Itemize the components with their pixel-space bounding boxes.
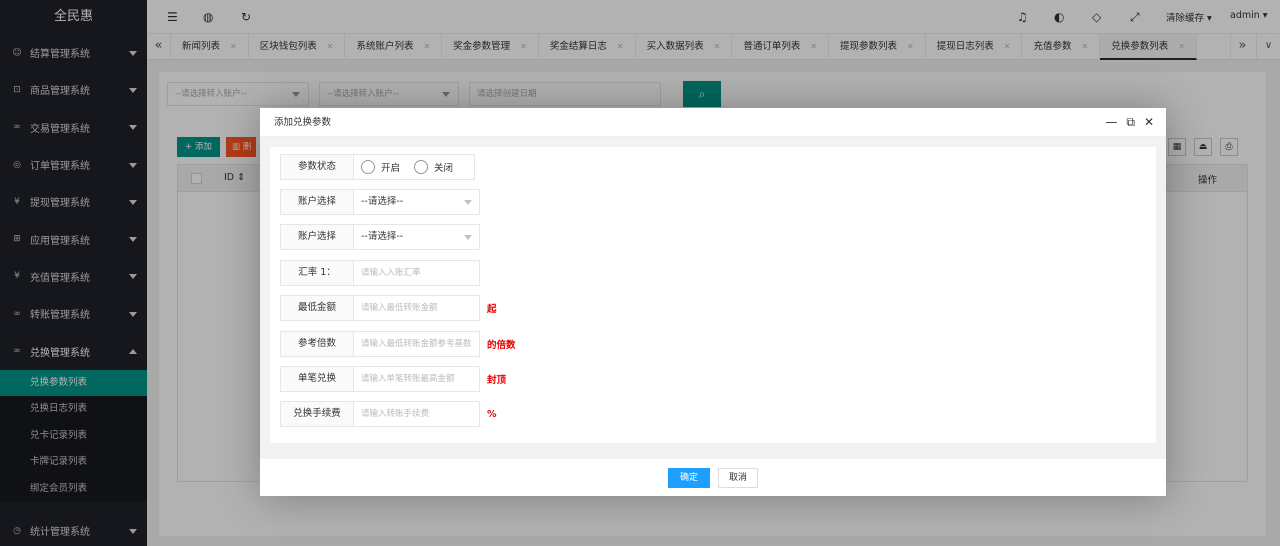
account1-select[interactable]: --请选择-- [354,189,480,215]
status-row: 参数状态 开启 关闭 [280,154,475,180]
account1-label: 账户选择 [280,189,354,215]
rate-label: 汇率 1： [280,260,354,286]
select-value: --请选择-- [361,196,404,207]
add-exchange-param-dialog: 添加兑换参数 — ⧉ ✕ 参数状态 开启 关闭 账户选择 --请选择-- 账户选… [260,108,1166,496]
rate-input[interactable]: 请输入入账汇率 [354,260,480,286]
minimize-icon[interactable]: — [1105,108,1117,137]
multiple-suffix: 的倍数 [487,340,516,351]
dialog-footer: 确定 取消 [260,459,1166,496]
maximize-icon[interactable]: ⧉ [1126,108,1135,137]
multiple-label: 参考倍数 [280,331,354,357]
fee-label: 兑换手续费 [280,401,354,427]
chevron-down-icon [464,235,472,240]
fee-suffix: % [487,408,497,420]
dialog-body: 参数状态 开启 关闭 账户选择 --请选择-- 账户选择 --请选择-- 汇率 … [260,137,1166,459]
radio-off-label[interactable]: 关闭 [434,160,453,174]
min-amount-suffix: 起 [487,304,497,315]
radio-on-label[interactable]: 开启 [381,160,400,174]
select-value: --请选择-- [361,231,404,242]
cancel-button[interactable]: 取消 [718,467,759,488]
confirm-button[interactable]: 确定 [667,467,710,488]
multiple-row: 参考倍数 请输入最低转账金额参考基数 的倍数 [280,331,516,357]
radio-off[interactable] [414,160,429,174]
min-amount-input[interactable]: 请输入最低转账金额 [354,295,480,321]
multiple-input[interactable]: 请输入最低转账金额参考基数 [354,331,480,357]
single-exchange-row: 单笔兑换 请输入单笔转账最高金额 封顶 [280,366,506,392]
min-amount-row: 最低金额 请输入最低转账金额 起 [280,295,497,321]
dialog-title-bar: 添加兑换参数 — ⧉ ✕ [260,108,1166,137]
min-amount-label: 最低金额 [280,295,354,321]
dialog-title: 添加兑换参数 [274,117,332,128]
radio-on[interactable] [361,160,375,174]
fee-row: 兑换手续费 请输入转账手续费 % [280,401,497,427]
chevron-down-icon [464,200,472,205]
status-radio-group: 开启 关闭 [354,154,475,180]
account2-select[interactable]: --请选择-- [354,224,480,250]
account1-row: 账户选择 --请选择-- [280,189,480,215]
fee-input[interactable]: 请输入转账手续费 [354,401,480,427]
rate-row: 汇率 1： 请输入入账汇率 [280,260,480,286]
close-icon[interactable]: ✕ [1144,108,1154,137]
single-exchange-input[interactable]: 请输入单笔转账最高金额 [354,366,480,392]
dialog-controls: — ⧉ ✕ [1105,108,1154,137]
single-exchange-suffix: 封顶 [487,375,507,386]
single-exchange-label: 单笔兑换 [280,366,354,392]
account2-row: 账户选择 --请选择-- [280,224,480,250]
account2-label: 账户选择 [280,224,354,250]
dialog-form-panel: 参数状态 开启 关闭 账户选择 --请选择-- 账户选择 --请选择-- 汇率 … [270,147,1156,443]
status-label: 参数状态 [280,154,354,180]
